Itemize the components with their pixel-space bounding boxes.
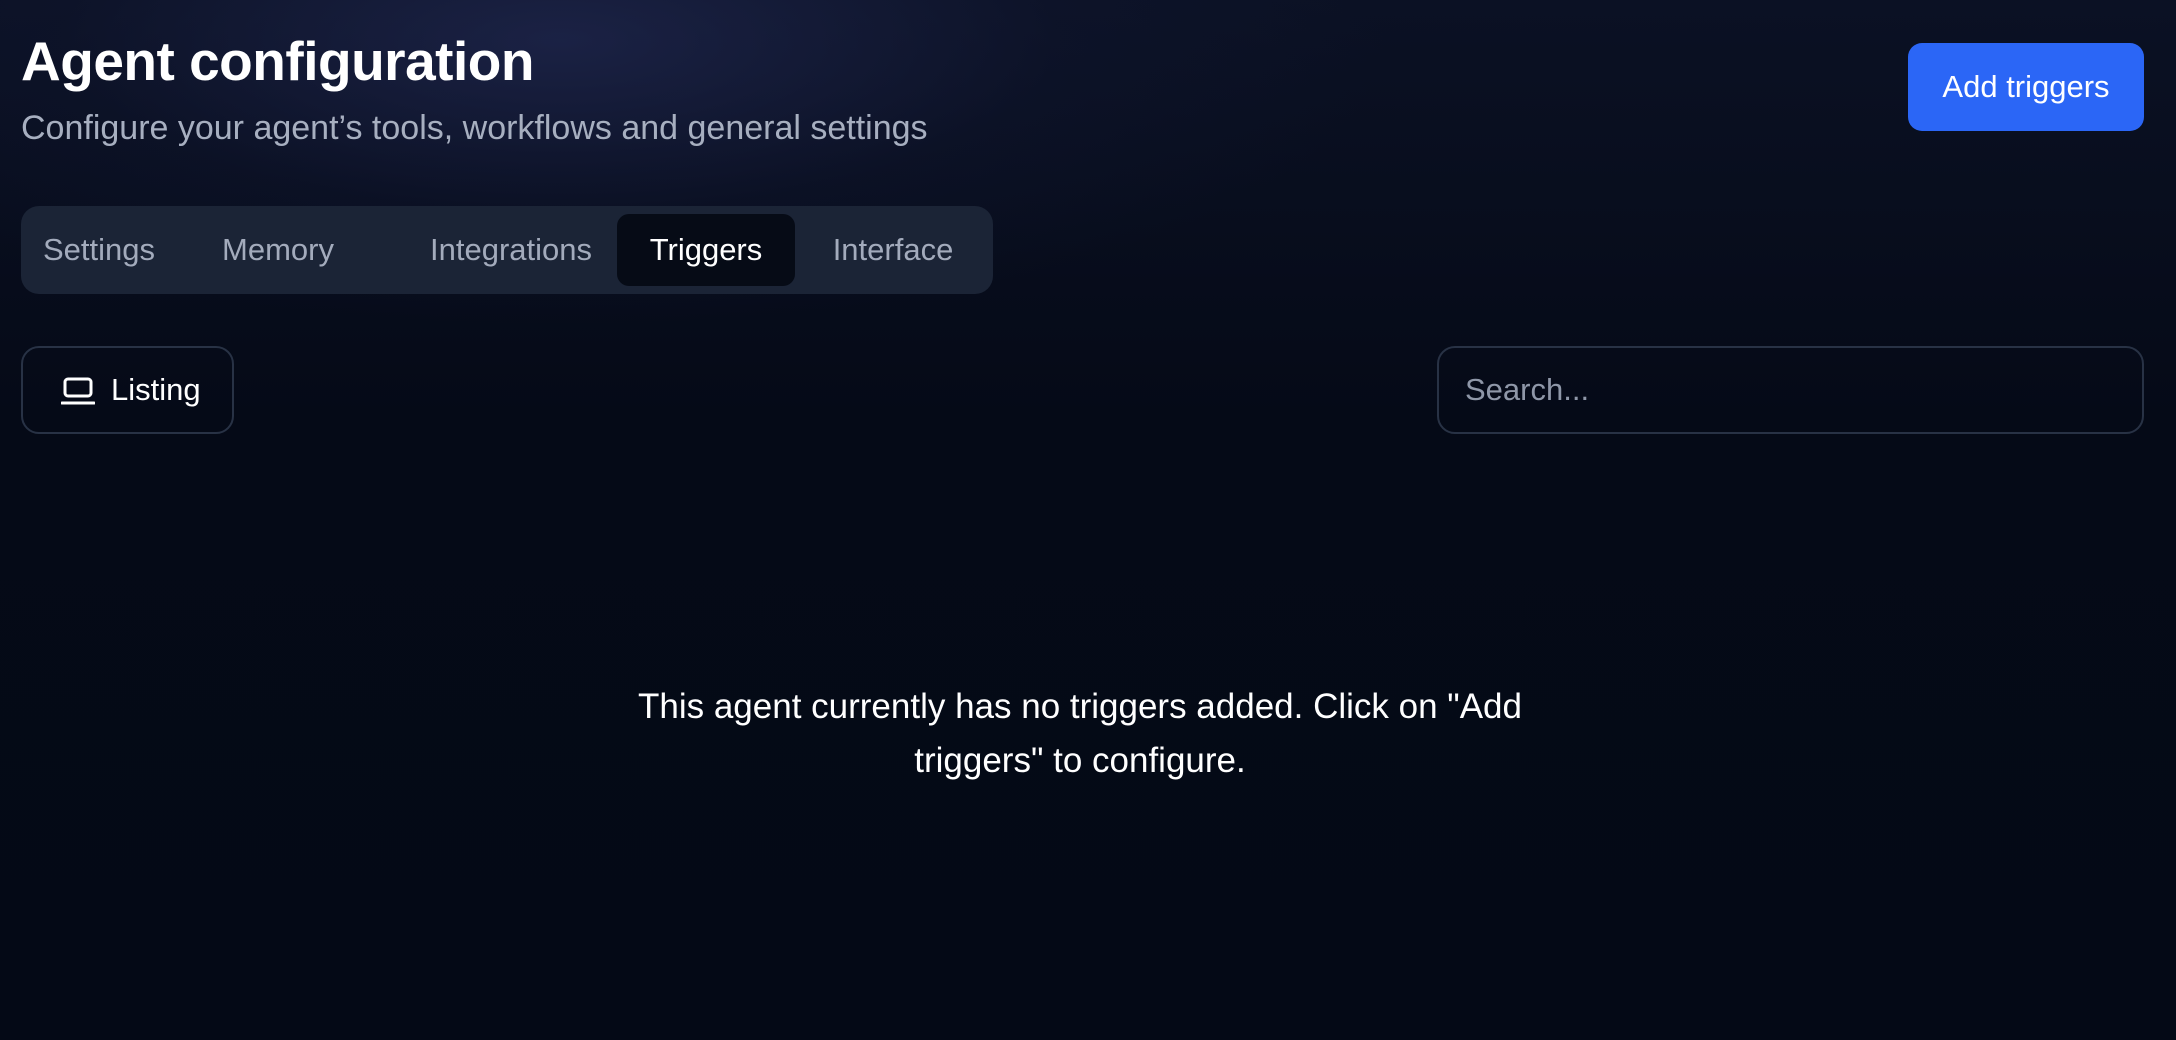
page-background: [0, 0, 2176, 1040]
page-subtitle: Configure your agent’s tools, workflows …: [21, 109, 928, 147]
listing-view-button[interactable]: Listing: [21, 346, 234, 434]
tab-interface[interactable]: Interface: [821, 214, 965, 286]
add-triggers-button[interactable]: Add triggers: [1908, 43, 2144, 131]
page-title: Agent configuration: [21, 30, 534, 92]
tab-settings[interactable]: Settings: [43, 214, 155, 286]
tab-integrations[interactable]: Integrations: [408, 214, 614, 286]
tab-triggers[interactable]: Triggers: [617, 214, 795, 286]
tab-bar: Settings Memory Integrations Triggers In…: [21, 206, 993, 294]
empty-state-message: This agent currently has no triggers add…: [637, 687, 1522, 780]
listing-label: Listing: [111, 372, 201, 407]
laptop-icon: [60, 376, 96, 406]
tab-memory[interactable]: Memory: [217, 214, 339, 286]
search-input[interactable]: [1437, 346, 2144, 434]
